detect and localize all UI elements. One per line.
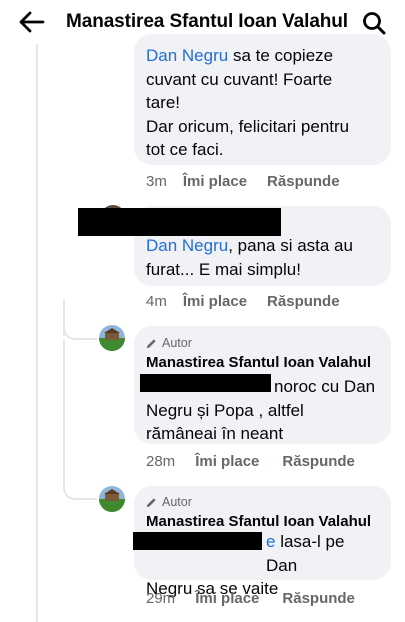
page-avatar[interactable]: [99, 325, 125, 351]
search-icon: [363, 12, 386, 35]
comment-actions: 4m Îmi place Răspunde: [146, 293, 340, 310]
comment-text: Negru și Popa , altfel: [146, 400, 304, 420]
reply-button[interactable]: Răspunde: [267, 173, 340, 190]
reply-button[interactable]: Răspunde: [267, 293, 340, 310]
comment-bubble: Dan Negru sa te copieze cuvant cu cuvant…: [134, 34, 391, 165]
like-button[interactable]: Îmi place: [183, 293, 247, 310]
avatar-image: [99, 486, 125, 512]
redaction-block: [140, 374, 271, 392]
author-tag-label: Autor: [162, 495, 192, 509]
comment-text: , pana si asta au: [228, 236, 353, 255]
comment-time[interactable]: 28m: [146, 453, 175, 470]
mention-link[interactable]: Dan Negru: [146, 236, 228, 255]
page-avatar[interactable]: [99, 486, 125, 512]
comment-text: cuvant cu cuvant! Foarte: [146, 69, 333, 89]
redaction-block: [133, 532, 262, 550]
reply-button[interactable]: Răspunde: [282, 590, 355, 607]
reply-connector: [63, 478, 97, 500]
author-tag-label: Autor: [162, 336, 192, 350]
reply-thread-line: [63, 340, 65, 486]
comment-time[interactable]: 4m: [146, 293, 167, 310]
mention-link[interactable]: Dan Negru: [146, 46, 228, 65]
like-button[interactable]: Îmi place: [195, 453, 259, 470]
comment-text: tare!: [146, 93, 181, 112]
comment-actions: 28m Îmi place Răspunde: [146, 453, 355, 470]
avatar-image: [99, 325, 125, 351]
page-title: Manastirea Sfantul Ioan Valahul: [66, 11, 348, 32]
comment-author[interactable]: Manastirea Sfantul Ioan Valahul: [146, 353, 379, 373]
comment-text: furat... E mai simplu!: [146, 259, 301, 279]
pencil-icon: [146, 497, 156, 507]
back-button[interactable]: [18, 9, 46, 35]
comment-text: Dar oricum, felicitari pentru: [146, 116, 350, 136]
comment-text: noroc cu Dan: [274, 377, 376, 396]
author-badge: Autor: [146, 494, 379, 510]
arrow-left-icon: [19, 11, 45, 33]
search-button[interactable]: [360, 9, 388, 37]
like-button[interactable]: Îmi place: [183, 173, 247, 190]
comment-text: lasa-l pe Dan: [266, 532, 345, 575]
comment-text: sa te copieze: [228, 46, 334, 65]
pencil-icon: [146, 338, 156, 348]
comment-actions: 29m Îmi place Răspunde: [146, 590, 355, 607]
like-button[interactable]: Îmi place: [195, 590, 259, 607]
redaction-block: [78, 208, 281, 236]
reply-button[interactable]: Răspunde: [282, 453, 355, 470]
comment-author[interactable]: Manastirea Sfantul Ioan Valahul: [146, 512, 379, 532]
comment-text: rămâneai în neant: [146, 424, 284, 443]
reply-connector: [63, 324, 97, 340]
comment-time[interactable]: 3m: [146, 173, 167, 190]
comment-text: tot ce faci.: [146, 140, 224, 159]
comment-time[interactable]: 29m: [146, 590, 175, 607]
thread-line: [36, 44, 38, 622]
author-badge: Autor: [146, 335, 379, 351]
comment-actions: 3m Îmi place Răspunde: [146, 173, 340, 190]
